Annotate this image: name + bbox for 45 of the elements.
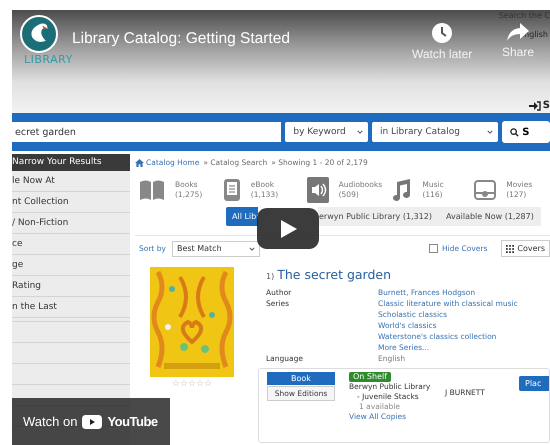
sign-in-link[interactable]: S [542, 100, 550, 111]
library-tab[interactable]: All Libr [226, 207, 258, 226]
home-icon [135, 158, 144, 166]
filter-item[interactable]: le Now At [12, 171, 130, 192]
place-hold-button[interactable]: Plac [519, 376, 549, 391]
clock-icon[interactable] [431, 22, 454, 44]
filter-item[interactable]: Rating [12, 276, 130, 297]
filter-item[interactable]: n the Last [12, 297, 130, 318]
grid-icon [506, 244, 514, 252]
library-logo-text: LIBRARY [24, 53, 73, 66]
filter-item[interactable]: ce [12, 234, 130, 255]
swan-logo-icon[interactable] [20, 15, 58, 53]
result-number: 1) [266, 272, 274, 281]
search-scope-select[interactable]: in Library Catalog [372, 122, 498, 142]
covers-button[interactable]: Covers [501, 240, 550, 257]
play-icon[interactable] [278, 218, 298, 238]
filter-item[interactable]: nt Collection [12, 192, 130, 213]
watch-on-youtube-button[interactable]: Watch on YouTube [12, 398, 170, 445]
play-button[interactable] [257, 208, 319, 249]
book-icon[interactable] [139, 179, 165, 201]
screen-icon[interactable] [474, 180, 496, 200]
search-icon[interactable] [510, 128, 520, 136]
hide-covers-checkbox[interactable] [429, 244, 438, 253]
sort-select[interactable]: Best Match [172, 240, 260, 256]
chevron-down-icon[interactable] [356, 130, 363, 134]
format-button[interactable]: Book [267, 372, 335, 385]
chevron-down-icon[interactable] [487, 130, 494, 134]
library-tab[interactable]: Available Now (1,287) [438, 207, 541, 226]
search-field[interactable]: ecret garden [12, 122, 282, 142]
search-button[interactable]: S [502, 121, 550, 143]
status-badge: On Shelf [349, 372, 392, 382]
chevron-down-icon[interactable] [248, 246, 255, 250]
music-note-icon[interactable] [390, 178, 412, 202]
speaker-icon[interactable] [306, 177, 329, 203]
youtube-play-icon[interactable] [82, 414, 102, 428]
tablet-icon[interactable] [222, 178, 241, 202]
result-title-link[interactable]: The secret garden [277, 267, 392, 282]
filter-item[interactable]: ge [12, 255, 130, 276]
language-link[interactable]: nglish [524, 30, 548, 39]
sidebar-header: Narrow Your Results [12, 154, 130, 171]
search-type-select[interactable]: by Keyword [285, 122, 368, 142]
library-tab[interactable]: erwyn Public Library (1,312) [318, 207, 439, 226]
filter-item[interactable]: / Non-Fiction [12, 213, 130, 234]
sign-in-icon[interactable] [528, 100, 541, 110]
video-title[interactable]: Library Catalog: Getting Started [72, 30, 290, 48]
